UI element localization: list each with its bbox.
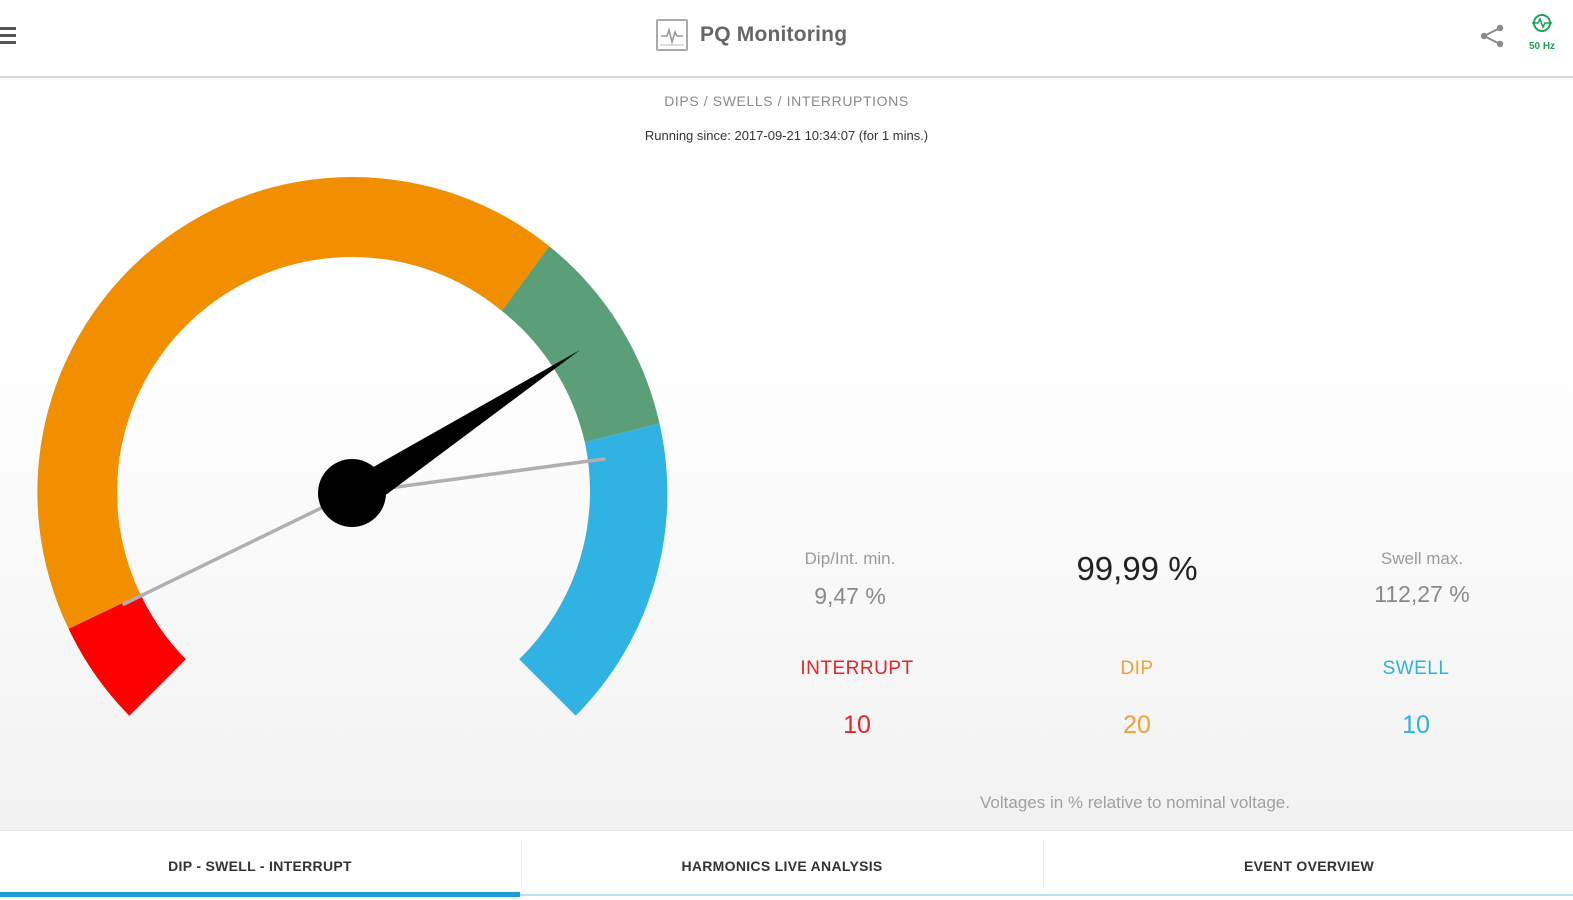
tab-divider [1043,839,1044,889]
voltage-footnote: Voltages in % relative to nominal voltag… [980,793,1290,812]
tabbar-baseline [520,894,1573,896]
interrupt-label: INTERRUPT [800,658,914,679]
dip-int-min-value: 9,47 % [814,583,886,609]
tab-label: HARMONICS LIVE ANALYSIS [681,858,883,874]
active-tab-indicator [0,892,520,897]
hamburger-menu-icon[interactable] [0,24,16,48]
frequency-indicator[interactable]: 50 Hz [1518,12,1566,58]
tab-label: DIP - SWELL - INTERRUPT [168,858,352,874]
tab-dip-swell-interrupt[interactable]: DIP - SWELL - INTERRUPT [0,831,520,900]
dip-label: DIP [1120,658,1154,679]
dip-int-min-caption: Dip/Int. min. [804,549,896,568]
gauge-zone-dip [37,177,550,629]
current-voltage-value: 99,99 % [1076,550,1198,587]
section-heading: DIPS / SWELLS / INTERRUPTIONS [664,93,909,109]
running-since-text: Running since: 2017-09-21 10:34:07 (for … [644,128,929,143]
swell-max-value: 112,27 % [1374,581,1470,607]
swell-max-stat: Swell max. 112,27 % [1292,549,1552,608]
dip-int-min-stat: Dip/Int. min. 9,47 % [720,549,980,610]
app-bar: PQ Monitoring 50 Hz [0,0,1573,78]
gauge-hub [318,459,386,527]
dip-count: 20 [1123,711,1151,739]
bottom-tab-bar: DIP - SWELL - INTERRUPT HARMONICS LIVE A… [0,830,1573,900]
frequency-label: 50 Hz [1528,41,1556,52]
share-icon[interactable] [1478,22,1506,50]
swell-count: 10 [1402,711,1430,739]
app-title-group: PQ Monitoring [656,18,847,52]
tab-label: EVENT OVERVIEW [1244,858,1374,874]
waveform-logo-icon [656,19,688,51]
app-title: PQ Monitoring [700,23,848,46]
dip-int-min-marker [122,491,354,606]
frequency-signal-icon [1532,14,1552,32]
tab-harmonics-live-analysis[interactable]: HARMONICS LIVE ANALYSIS [522,831,1042,900]
interrupt-count: 10 [843,711,871,739]
tab-event-overview[interactable]: EVENT OVERVIEW [1045,831,1573,900]
swell-label: SWELL [1382,658,1450,679]
swell-max-caption: Swell max. [1380,549,1464,568]
voltage-gauge [37,177,668,716]
